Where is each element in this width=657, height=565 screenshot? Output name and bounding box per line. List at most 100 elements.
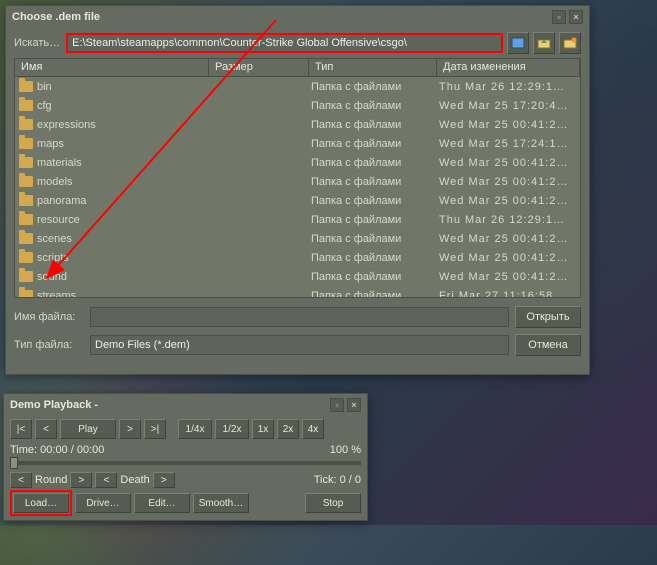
smooth-button[interactable]: Smooth… [193, 493, 249, 513]
column-name[interactable]: Имя [15, 59, 209, 77]
file-date: Thu Mar 26 12:29:1… [439, 81, 580, 93]
file-type: Папка с файлами [311, 100, 439, 112]
folder-icon [19, 195, 33, 206]
file-date: Wed Mar 25 00:41:2… [439, 157, 580, 169]
up-folder-icon[interactable] [533, 32, 555, 54]
load-highlight-box: Load… [10, 490, 72, 516]
folder-icon [19, 271, 33, 282]
table-row[interactable]: panorama Папка с файламиWed Mar 25 00:41:… [15, 191, 580, 210]
step-forward-button[interactable]: > [119, 419, 141, 439]
table-row[interactable]: models Папка с файламиWed Mar 25 00:41:2… [15, 172, 580, 191]
folder-icon [19, 233, 33, 244]
table-row[interactable]: soundПапка с файламиWed Mar 25 00:41:2… [15, 267, 580, 286]
file-date: Wed Mar 25 00:41:2… [439, 176, 580, 188]
folder-icon [19, 290, 33, 297]
file-type: Папка с файлами [311, 157, 439, 169]
file-date: Wed Mar 25 00:41:2… [439, 233, 580, 245]
new-folder-icon[interactable] [559, 32, 581, 54]
timeline-slider[interactable] [10, 461, 361, 465]
table-row[interactable]: scenesПапка с файламиWed Mar 25 00:41:2… [15, 229, 580, 248]
column-date[interactable]: Дата изменения [437, 59, 580, 77]
folder-icon [19, 157, 33, 168]
folder-icon [19, 119, 33, 130]
file-name: panorama [37, 195, 87, 207]
demo-playback-window: Demo Playback - ▫ × |< < Play > >| 1/4x … [3, 393, 368, 521]
playback-titlebar[interactable]: Demo Playback - ▫ × [4, 394, 367, 416]
folder-icon [19, 252, 33, 263]
search-label: Искать… [14, 37, 60, 49]
file-name: resource [37, 214, 80, 226]
cancel-button[interactable]: Отмена [515, 334, 581, 356]
file-date: Wed Mar 25 00:41:2… [439, 271, 580, 283]
table-row[interactable]: binПапка с файламиThu Mar 26 12:29:1… [15, 77, 580, 96]
table-row[interactable]: expressionsПапка с файламиWed Mar 25 00:… [15, 115, 580, 134]
speed-4x-button[interactable]: 4x [302, 419, 324, 439]
open-button[interactable]: Открыть [515, 306, 581, 328]
display-mode-icon[interactable] [507, 32, 529, 54]
speed-2x-button[interactable]: 2x [277, 419, 299, 439]
window-close-icon[interactable]: × [569, 10, 583, 24]
file-name: expressions [37, 119, 96, 131]
round-label: Round [35, 474, 67, 486]
file-date: Wed Mar 25 17:20:4… [439, 100, 580, 112]
play-button[interactable]: Play [60, 419, 116, 439]
table-row[interactable]: cfg Папка с файламиWed Mar 25 17:20:4… [15, 96, 580, 115]
goto-end-button[interactable]: >| [144, 419, 166, 439]
table-row[interactable]: resourceПапка с файламиThu Mar 26 12:29:… [15, 210, 580, 229]
table-row[interactable]: materials Папка с файламиWed Mar 25 00:41… [15, 153, 580, 172]
file-type: Папка с файлами [311, 176, 439, 188]
playback-minimize-icon[interactable]: ▫ [330, 398, 344, 412]
file-name: bin [37, 81, 52, 93]
file-type: Папка с файлами [311, 252, 439, 264]
playback-title: Demo Playback - [10, 399, 98, 411]
load-button[interactable]: Load… [13, 493, 69, 513]
table-row[interactable]: mapsПапка с файламиWed Mar 25 17:24:1… [15, 134, 580, 153]
death-next-button[interactable]: > [153, 472, 175, 488]
path-input[interactable] [66, 33, 503, 53]
filename-label: Имя файла: [14, 311, 84, 323]
file-type: Папка с файлами [311, 195, 439, 207]
chooser-titlebar[interactable]: Choose .dem file ▫ × [6, 6, 589, 28]
speed-quarter-button[interactable]: 1/4x [178, 419, 212, 439]
table-row[interactable]: scripts Папка с файламиWed Mar 25 00:41:2… [15, 248, 580, 267]
window-minimize-icon[interactable]: ▫ [552, 10, 566, 24]
filetype-label: Тип файла: [14, 339, 84, 351]
file-name: scripts [37, 252, 69, 264]
playback-close-icon[interactable]: × [347, 398, 361, 412]
drive-button[interactable]: Drive… [75, 493, 131, 513]
stop-button[interactable]: Stop [305, 493, 361, 513]
folder-icon [19, 81, 33, 92]
file-type: Папка с файлами [311, 290, 439, 298]
file-type: Папка с файлами [311, 138, 439, 150]
death-prev-button[interactable]: < [95, 472, 117, 488]
death-label: Death [120, 474, 149, 486]
file-type: Папка с файлами [311, 214, 439, 226]
folder-icon [19, 214, 33, 225]
folder-icon [19, 176, 33, 187]
file-name: maps [37, 138, 64, 150]
column-size[interactable]: Размер [209, 59, 309, 77]
file-date: Wed Mar 25 00:41:2… [439, 195, 580, 207]
table-row[interactable]: streamsПапка с файламиFri Mar 27 11:16:5… [15, 286, 580, 297]
file-name: models [37, 176, 72, 188]
goto-start-button[interactable]: |< [10, 419, 32, 439]
file-name: cfg [37, 100, 52, 112]
step-back-button[interactable]: < [35, 419, 57, 439]
edit-button[interactable]: Edit… [134, 493, 190, 513]
round-prev-button[interactable]: < [10, 472, 32, 488]
file-date: Wed Mar 25 00:41:2… [439, 252, 580, 264]
filename-input[interactable] [90, 307, 509, 327]
filetype-value: Demo Files (*.dem) [95, 339, 190, 351]
file-date: Fri Mar 27 11:16:58 … [439, 290, 580, 298]
file-type: Папка с файлами [311, 271, 439, 283]
file-chooser-window: Choose .dem file ▫ × Искать… Имя Размер … [5, 5, 590, 375]
slider-thumb-icon[interactable] [10, 457, 18, 469]
speed-1x-button[interactable]: 1x [252, 419, 274, 439]
chooser-title: Choose .dem file [12, 11, 100, 23]
file-name: materials [37, 157, 82, 169]
column-type[interactable]: Тип [309, 59, 437, 77]
speed-half-button[interactable]: 1/2x [215, 419, 249, 439]
folder-icon [19, 100, 33, 111]
filetype-select[interactable]: Demo Files (*.dem) [90, 335, 509, 355]
round-next-button[interactable]: > [70, 472, 92, 488]
